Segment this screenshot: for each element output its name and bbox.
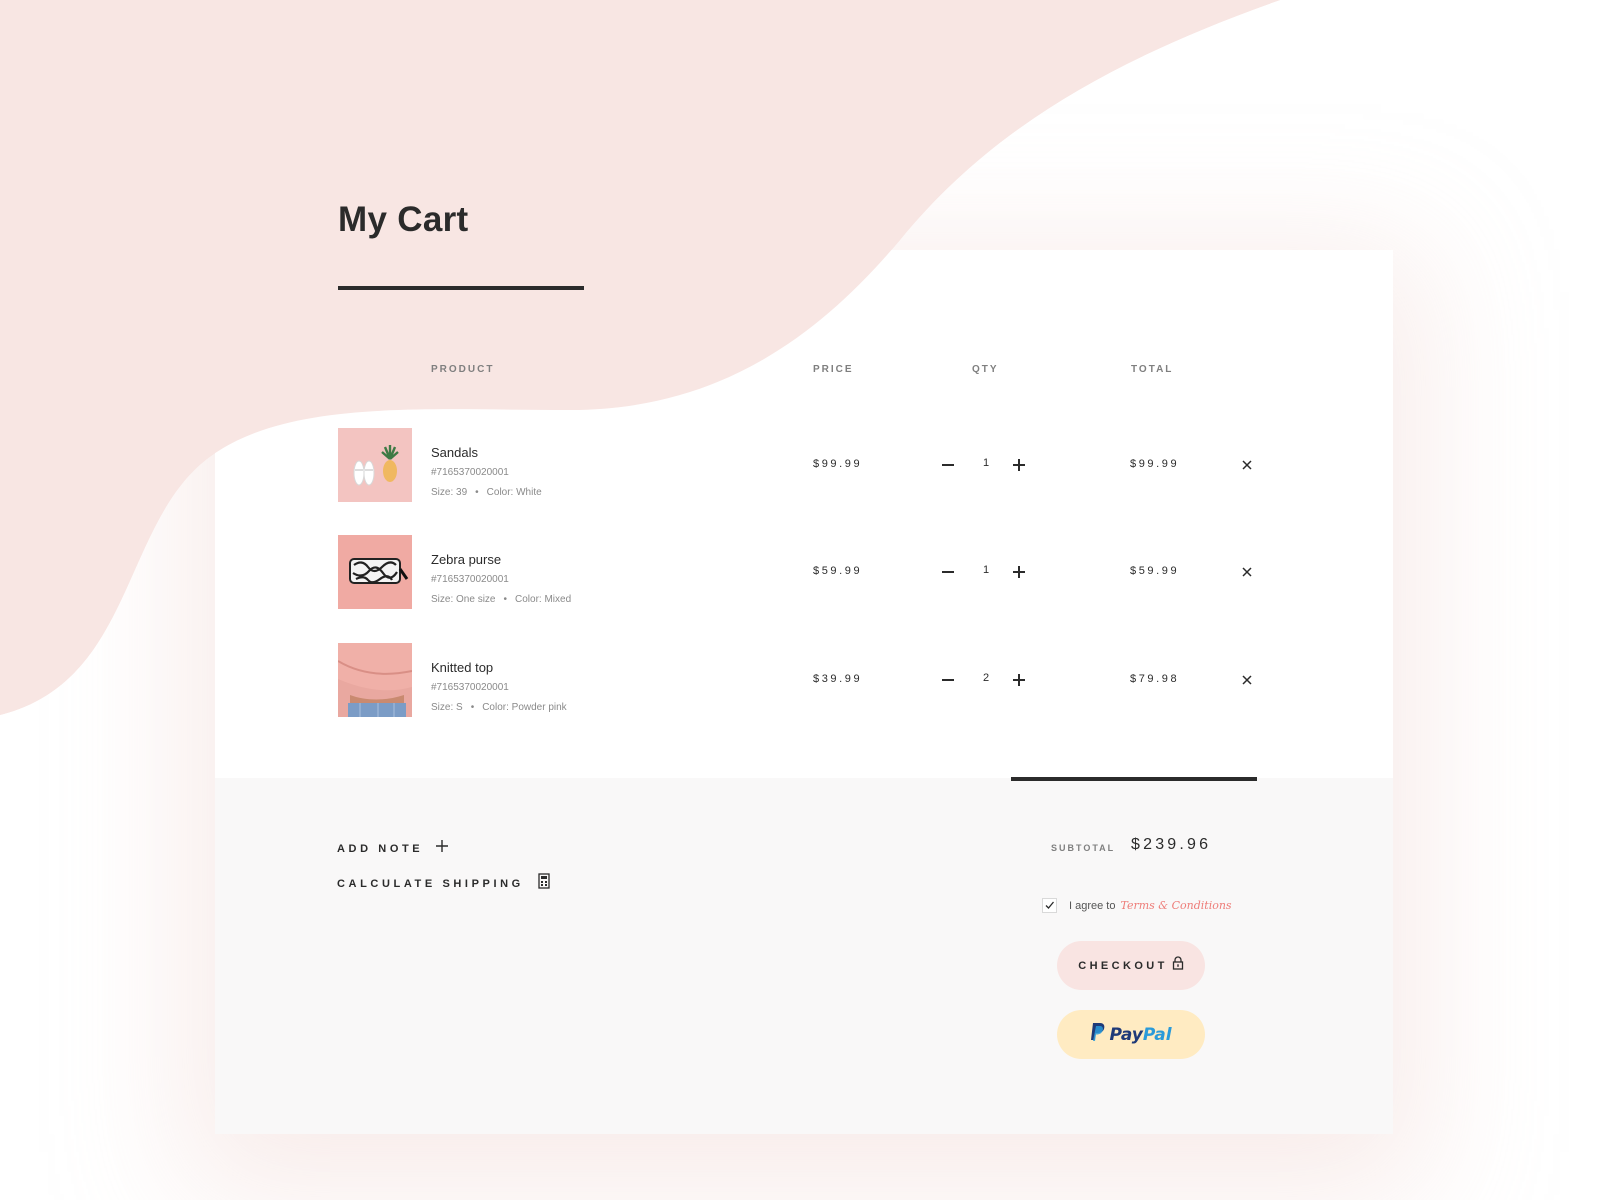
column-header-qty: QTY bbox=[972, 364, 999, 375]
column-header-total: TOTAL bbox=[1131, 364, 1174, 375]
plus-icon[interactable] bbox=[1010, 671, 1028, 689]
lock-icon bbox=[1172, 956, 1184, 975]
cart-row-knitted-top: Knitted top #7165370020001 Size: S • Color… bbox=[338, 643, 1258, 717]
paypal-wordmark: PayPal bbox=[1109, 1025, 1171, 1045]
separator-dot: • bbox=[470, 702, 475, 713]
add-note-label: ADD NOTE bbox=[337, 842, 424, 855]
close-icon[interactable] bbox=[1238, 671, 1256, 689]
product-name[interactable]: Knitted top bbox=[431, 660, 493, 675]
checkout-label: CHECKOUT bbox=[1078, 959, 1168, 972]
item-price: $39.99 bbox=[813, 673, 863, 685]
zebra-purse-photo[interactable] bbox=[338, 535, 412, 609]
agree-text: I agree to bbox=[1069, 899, 1116, 912]
product-color: Color: Powder pink bbox=[482, 702, 567, 713]
minus-icon[interactable] bbox=[939, 456, 957, 474]
subtotal-value: $239.96 bbox=[1131, 836, 1212, 853]
cart-summary-panel bbox=[215, 778, 1393, 1134]
plus-icon[interactable] bbox=[1010, 456, 1028, 474]
column-header-product: PRODUCT bbox=[431, 364, 495, 375]
separator-dot: • bbox=[475, 487, 479, 498]
separator-dot: • bbox=[503, 594, 507, 605]
subtotal-label: SUBTOTAL bbox=[1051, 843, 1116, 853]
item-price: $99.99 bbox=[813, 458, 863, 470]
product-attributes: Size: 39 • Color: White bbox=[431, 487, 542, 498]
product-name[interactable]: Zebra purse bbox=[431, 552, 501, 567]
calculate-shipping-label: CALCULATE SHIPPING bbox=[337, 877, 524, 890]
terms-checkbox[interactable] bbox=[1042, 898, 1057, 913]
plus-icon bbox=[435, 839, 449, 858]
minus-icon[interactable] bbox=[939, 671, 957, 689]
add-note-link[interactable]: ADD NOTE bbox=[337, 839, 449, 858]
product-size: Size: 39 bbox=[431, 487, 468, 498]
quantity-value: 1 bbox=[982, 564, 990, 576]
page-title: My Cart bbox=[338, 200, 469, 239]
title-underline bbox=[338, 286, 584, 290]
minus-icon[interactable] bbox=[939, 563, 957, 581]
knitted-top-photo[interactable] bbox=[338, 643, 412, 717]
product-size: Size: S bbox=[431, 702, 463, 713]
paypal-wordmark-pay: Pay bbox=[1109, 1024, 1143, 1045]
cart-row-zebra-purse: Zebra purse #7165370020001 Size: One siz… bbox=[338, 535, 1258, 609]
quantity-value: 1 bbox=[982, 457, 990, 469]
terms-link[interactable]: Terms & Conditions bbox=[1120, 899, 1231, 912]
checkout-button[interactable]: CHECKOUT bbox=[1057, 941, 1205, 990]
cart-row-sandals: Sandals #7165370020001 Size: 39 • Color: W… bbox=[338, 428, 1258, 502]
paypal-button[interactable]: PayPal bbox=[1057, 1010, 1205, 1059]
product-name[interactable]: Sandals bbox=[431, 445, 478, 460]
close-icon[interactable] bbox=[1238, 563, 1256, 581]
terms-agreement: I agree to Terms & Conditions bbox=[1042, 898, 1232, 913]
product-sku: #7165370020001 bbox=[431, 682, 509, 693]
item-total: $79.98 bbox=[1130, 673, 1180, 685]
product-color: Color: Mixed bbox=[515, 594, 572, 605]
product-sku: #7165370020001 bbox=[431, 574, 509, 585]
item-total: $59.99 bbox=[1130, 565, 1180, 577]
calculator-icon bbox=[538, 873, 550, 894]
product-attributes: Size: S • Color: Powder pink bbox=[431, 702, 567, 713]
subtotal-divider bbox=[1011, 777, 1257, 781]
product-size: Size: One size bbox=[431, 594, 496, 605]
item-price: $59.99 bbox=[813, 565, 863, 577]
item-total: $99.99 bbox=[1130, 458, 1180, 470]
close-icon[interactable] bbox=[1238, 456, 1256, 474]
plus-icon[interactable] bbox=[1010, 563, 1028, 581]
paypal-logo-icon bbox=[1090, 1022, 1106, 1047]
calculate-shipping-link[interactable]: CALCULATE SHIPPING bbox=[337, 873, 550, 894]
product-color: Color: White bbox=[486, 487, 542, 498]
paypal-wordmark-pal: Pal bbox=[1142, 1024, 1172, 1045]
sandals-and-pineapple-photo[interactable] bbox=[338, 428, 412, 502]
quantity-value: 2 bbox=[982, 672, 990, 684]
column-header-price: PRICE bbox=[813, 364, 854, 375]
product-sku: #7165370020001 bbox=[431, 467, 509, 478]
product-attributes: Size: One size • Color: Mixed bbox=[431, 594, 571, 605]
